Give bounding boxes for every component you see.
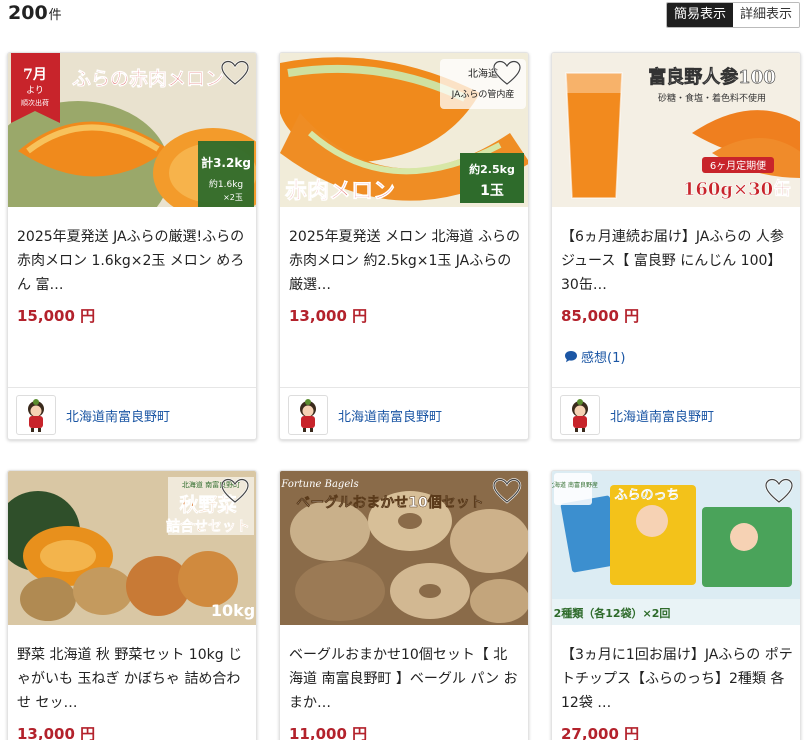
- image-brand: ふらのっち: [614, 488, 679, 503]
- image-weight-sub: 1玉: [480, 183, 504, 199]
- card-divider: [552, 387, 800, 388]
- product-image[interactable]: 約2.5kg 1玉 赤肉メロン 北海道 JAふらの管内産: [280, 53, 528, 207]
- image-brand: Fortune Bagels: [280, 479, 358, 490]
- favorite-heart-icon[interactable]: [492, 477, 522, 505]
- image-weight-main: 約2.5kg: [469, 162, 515, 176]
- image-weight-sub2: ×2玉: [223, 193, 243, 202]
- product-title[interactable]: 野菜 北海道 秋 野菜セット 10kg じゃがいも 玉ねぎ かぼちゃ 詰め合わせ…: [17, 643, 249, 715]
- product-price: 85,000 円: [561, 307, 640, 325]
- result-count-number: 200: [8, 2, 48, 24]
- municipality-name[interactable]: 北海道南富良野町: [338, 406, 442, 425]
- mascot-avatar-icon: [560, 395, 600, 435]
- product-card[interactable]: 北海道 南富良野町 秋野菜 詰合せセット 10kg 野菜 北海道 秋 野菜セット…: [7, 470, 257, 740]
- image-banner-2: 詰合せセット: [166, 518, 250, 535]
- view-simple-button[interactable]: 簡易表示: [666, 3, 733, 27]
- image-bottom: 160g×30缶: [683, 178, 791, 200]
- image-tag-2: JAふらの管内産: [451, 88, 515, 100]
- product-price: 13,000 円: [289, 307, 368, 325]
- mascot-avatar-icon: [16, 395, 56, 435]
- municipality-name[interactable]: 北海道南富良野町: [66, 406, 170, 425]
- card-divider: [8, 387, 256, 388]
- card-divider: [280, 387, 528, 388]
- mascot-avatar-icon: [288, 395, 328, 435]
- product-title[interactable]: 2025年夏発送 メロン 北海道 ふらの 赤肉メロン 約2.5kg×1玉 JAふ…: [289, 225, 521, 297]
- product-image[interactable]: 北海道 南富良野町 秋野菜 詰合せセット 10kg: [8, 471, 256, 625]
- product-card[interactable]: 計3.2kg 約1.6kg ×2玉 7月 より 順次出荷 ふらの赤肉メロン 20…: [7, 52, 257, 440]
- product-image[interactable]: Fortune Bagels ベーグルおまかせ10個セット: [280, 471, 528, 625]
- review-link[interactable]: 感想(1): [564, 347, 625, 366]
- image-ribbon-mid: より: [26, 85, 44, 96]
- image-tag: 6ヶ月定期便: [710, 159, 766, 172]
- favorite-heart-icon[interactable]: [764, 477, 794, 505]
- product-card[interactable]: Fortune Bagels ベーグルおまかせ10個セット ベーグルおまかせ10…: [279, 470, 529, 740]
- image-sub: 砂糖・食塩・着色料不使用: [658, 92, 766, 104]
- product-price: 15,000 円: [17, 307, 96, 325]
- product-image[interactable]: 富良野人参100 砂糖・食塩・着色料不使用 6ヶ月定期便 160g×30缶: [552, 53, 800, 207]
- image-banner: 富良野人参100: [648, 66, 776, 88]
- speech-bubble-icon: [565, 351, 577, 363]
- favorite-heart-icon[interactable]: [220, 477, 250, 505]
- product-image[interactable]: 北海道 南富良野産 ふらのっち 2種類（各12袋）×2回: [552, 471, 800, 625]
- image-ribbon-bottom: 順次出荷: [21, 98, 49, 107]
- product-price: 27,000 円: [561, 725, 640, 740]
- result-count-unit: 件: [48, 8, 62, 23]
- image-weight-sub: 約1.6kg: [209, 178, 243, 190]
- image-banner: ベーグルおまかせ10個セット: [296, 494, 483, 511]
- municipality-link[interactable]: 北海道南富良野町: [16, 394, 170, 436]
- image-banner: ふらの赤肉メロン: [72, 67, 224, 90]
- view-toggle: 簡易表示 詳細表示: [665, 2, 800, 28]
- product-price: 13,000 円: [17, 725, 96, 740]
- product-title[interactable]: 2025年夏発送 JAふらの厳選!ふらの赤肉メロン 1.6kg×2玉 メロン め…: [17, 225, 249, 297]
- image-weight: 10kg: [211, 601, 255, 620]
- municipality-link[interactable]: 北海道南富良野町: [560, 394, 714, 436]
- image-badge: 北海道 南富良野産: [552, 481, 598, 489]
- image-banner: 赤肉メロン: [285, 178, 395, 204]
- municipality-link[interactable]: 北海道南富良野町: [288, 394, 442, 436]
- product-price: 11,000 円: [289, 725, 368, 740]
- product-card[interactable]: 富良野人参100 砂糖・食塩・着色料不使用 6ヶ月定期便 160g×30缶 【6…: [551, 52, 801, 440]
- product-image[interactable]: 計3.2kg 約1.6kg ×2玉 7月 より 順次出荷 ふらの赤肉メロン: [8, 53, 256, 207]
- product-card[interactable]: 約2.5kg 1玉 赤肉メロン 北海道 JAふらの管内産 2025年夏発送 メロ…: [279, 52, 529, 440]
- municipality-name[interactable]: 北海道南富良野町: [610, 406, 714, 425]
- favorite-heart-icon[interactable]: [492, 59, 522, 87]
- image-weight-main: 計3.2kg: [201, 155, 251, 170]
- product-title[interactable]: 【3ヵ月に1回お届け】JAふらの ポテトチップス【ふらのっち】2種類 各12袋 …: [561, 643, 793, 715]
- view-detail-button[interactable]: 詳細表示: [732, 3, 799, 27]
- product-card[interactable]: 北海道 南富良野産 ふらのっち 2種類（各12袋）×2回 【3ヵ月に1回お届け】…: [551, 470, 801, 740]
- result-count: 200件: [8, 2, 62, 24]
- product-title[interactable]: ベーグルおまかせ10個セット【 北海道 南富良野町 】ベーグル パン おまか…: [289, 643, 521, 715]
- favorite-heart-icon[interactable]: [220, 59, 250, 87]
- image-ribbon-top: 7月: [23, 67, 47, 83]
- review-count[interactable]: 感想(1): [581, 347, 625, 366]
- image-bottom: 2種類（各12袋）×2回: [554, 606, 671, 620]
- product-title[interactable]: 【6ヵ月連続お届け】JAふらの 人参 ジュース【 富良野 にんじん 100】30…: [561, 225, 793, 297]
